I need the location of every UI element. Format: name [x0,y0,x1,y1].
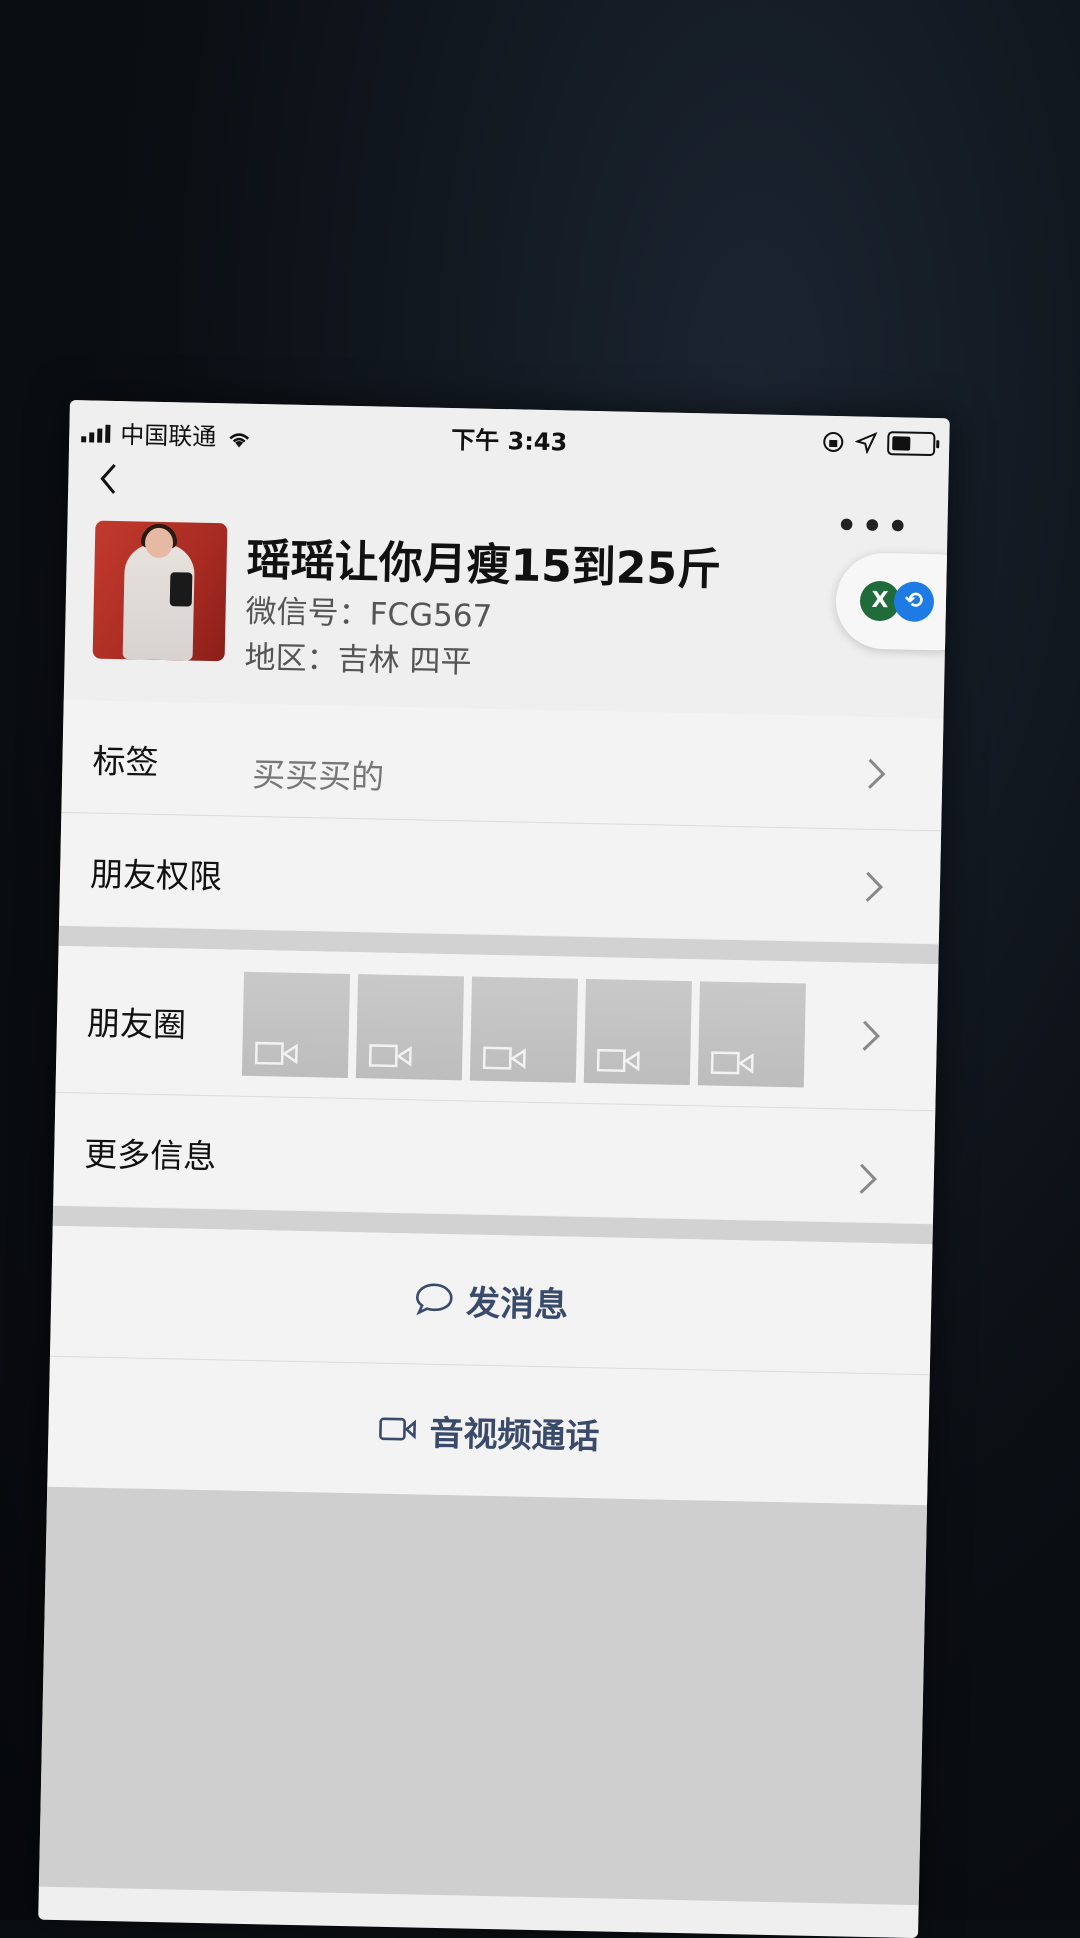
back-icon[interactable] [90,458,131,499]
moment-thumbnail [469,976,578,1083]
video-icon [368,1044,412,1068]
tags-permissions-section: 标签 买买买的 朋友权限 [59,699,944,944]
av-call-label: 音视频通话 [429,1413,600,1457]
tags-value: 买买买的 [251,754,385,797]
status-time: 下午 3:43 [450,425,568,457]
tags-label: 标签 [92,741,159,782]
chevron-right-icon [862,1020,880,1051]
profile-header: 瑶瑶让你月瘦15到25斤 微信号：FCG567 地区：吉林 四平 [64,520,947,708]
video-icon [596,1048,640,1073]
actions-section: 发消息 音视频通话 [47,1225,933,1506]
video-call-icon [379,1417,417,1441]
video-icon [482,1046,526,1070]
lock-rotation-icon [823,431,844,452]
moment-thumbnail [583,978,692,1086]
blue-app-icon[interactable]: ⟲ [893,581,935,623]
chevron-right-icon [868,758,886,789]
send-message-label: 发消息 [465,1282,569,1326]
moment-thumbnail [241,971,351,1078]
moment-thumbnail [355,974,465,1081]
more-icon[interactable]: ••• [834,503,912,551]
video-icon [710,1051,754,1075]
send-message-button[interactable]: 发消息 [49,1225,933,1376]
chevron-right-icon [859,1163,877,1194]
chat-bubble-icon [415,1283,453,1316]
status-right [821,430,936,457]
moments-label: 朋友圈 [86,1003,187,1045]
permissions-label: 朋友权限 [89,854,223,897]
av-call-button[interactable]: 音视频通话 [47,1357,930,1505]
wechat-id: 微信号：FCG567 [245,593,493,635]
video-icon [254,1041,298,1065]
permissions-row[interactable]: 朋友权限 [59,813,941,943]
more-info-label: 更多信息 [83,1134,217,1177]
location-icon [855,431,878,454]
region: 地区：吉林 四平 [244,639,472,681]
tags-row[interactable]: 标签 买买买的 [61,699,944,832]
moments-row[interactable]: 朋友圈 [55,945,939,1112]
moments-thumbnails [241,971,806,1088]
battery-icon [887,431,936,457]
phone-screen: 中国联通 下午 3:43 ••• 瑶瑶让你月瘦15到25斤 微信号：FCG567… [38,400,950,1938]
empty-area [38,1486,928,1906]
more-info-row[interactable]: 更多信息 [53,1093,935,1223]
chevron-right-icon [865,871,884,902]
moments-section: 朋友圈 更多信息 [53,945,939,1224]
floating-app-pill[interactable]: X ⟲ [834,552,950,652]
moment-thumbnail [697,981,806,1088]
avatar[interactable] [92,520,228,662]
